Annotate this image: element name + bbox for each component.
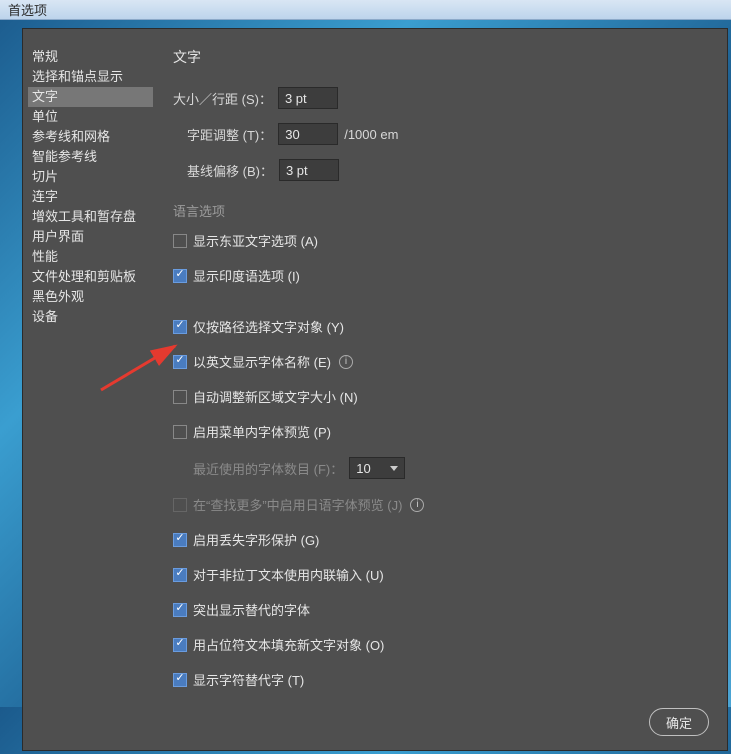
window-title: 首选项 xyxy=(8,0,47,19)
recent-fonts-label: 最近使用的字体数目 (F)： xyxy=(193,459,343,478)
sidebar-item-2[interactable]: 文字 xyxy=(28,87,153,107)
info-icon[interactable]: i xyxy=(410,498,424,512)
auto-size-area-label: 自动调整新区域文字大小 (N) xyxy=(193,387,358,406)
language-heading: 语言选项 xyxy=(173,201,717,220)
window-titlebar: 首选项 xyxy=(0,0,731,20)
sidebar-item-10[interactable]: 性能 xyxy=(28,247,153,267)
jp-preview-checkbox[interactable] xyxy=(173,498,187,512)
english-font-name-row[interactable]: 以英文显示字体名称 (E) i xyxy=(173,352,717,371)
type-by-path-label: 仅按路径选择文字对象 (Y) xyxy=(193,317,344,336)
baseline-label: 基线偏移 (B)： xyxy=(187,161,273,180)
size-leading-label: 大小／行距 (S)： xyxy=(173,89,272,108)
dialog-footer: 确定 xyxy=(23,694,727,750)
preferences-dialog: 常规选择和锚点显示文字单位参考线和网格智能参考线切片连字增效工具和暂存盘用户界面… xyxy=(22,28,728,751)
tracking-suffix: /1000 em xyxy=(344,127,398,142)
indic-checkbox[interactable] xyxy=(173,269,187,283)
sidebar-item-0[interactable]: 常规 xyxy=(28,47,153,67)
english-font-name-label: 以英文显示字体名称 (E) xyxy=(193,352,331,371)
type-by-path-row[interactable]: 仅按路径选择文字对象 (Y) xyxy=(173,317,717,336)
in-menu-preview-label: 启用菜单内字体预览 (P) xyxy=(193,422,331,441)
sidebar-item-11[interactable]: 文件处理和剪贴板 xyxy=(28,267,153,287)
inline-ime-checkbox[interactable] xyxy=(173,568,187,582)
indic-label: 显示印度语选项 (I) xyxy=(193,266,300,285)
recent-fonts-select[interactable]: 10 xyxy=(349,457,405,479)
sidebar-item-6[interactable]: 切片 xyxy=(28,167,153,187)
sidebar-item-7[interactable]: 连字 xyxy=(28,187,153,207)
jp-preview-row[interactable]: 在“查找更多”中启用日语字体预览 (J) i xyxy=(173,495,717,514)
placeholder-fill-row[interactable]: 用占位符文本填充新文字对象 (O) xyxy=(173,635,717,654)
sidebar-item-5[interactable]: 智能参考线 xyxy=(28,147,153,167)
sidebar-item-8[interactable]: 增效工具和暂存盘 xyxy=(28,207,153,227)
inline-ime-label: 对于非拉丁文本使用内联输入 (U) xyxy=(193,565,384,584)
show-alt-glyph-row[interactable]: 显示字符替代字 (T) xyxy=(173,670,717,689)
sidebar-item-13[interactable]: 设备 xyxy=(28,307,153,327)
placeholder-fill-checkbox[interactable] xyxy=(173,638,187,652)
jp-preview-label: 在“查找更多”中启用日语字体预览 (J) xyxy=(193,495,402,514)
in-menu-preview-row[interactable]: 启用菜单内字体预览 (P) xyxy=(173,422,717,441)
show-alt-glyph-checkbox[interactable] xyxy=(173,673,187,687)
auto-size-area-checkbox[interactable] xyxy=(173,390,187,404)
sidebar-item-4[interactable]: 参考线和网格 xyxy=(28,127,153,147)
alt-glyph-highlight-label: 突出显示替代的字体 xyxy=(193,600,310,619)
type-by-path-checkbox[interactable] xyxy=(173,320,187,334)
ok-button[interactable]: 确定 xyxy=(649,708,709,736)
size-leading-input[interactable] xyxy=(278,87,338,109)
info-icon[interactable]: i xyxy=(339,355,353,369)
east-asian-checkbox[interactable] xyxy=(173,234,187,248)
placeholder-fill-label: 用占位符文本填充新文字对象 (O) xyxy=(193,635,384,654)
alt-glyph-highlight-row[interactable]: 突出显示替代的字体 xyxy=(173,600,717,619)
sidebar-item-1[interactable]: 选择和锚点显示 xyxy=(28,67,153,87)
auto-size-area-row[interactable]: 自动调整新区域文字大小 (N) xyxy=(173,387,717,406)
show-alt-glyph-label: 显示字符替代字 (T) xyxy=(193,670,304,689)
east-asian-label: 显示东亚文字选项 (A) xyxy=(193,231,318,250)
alt-glyph-highlight-checkbox[interactable] xyxy=(173,603,187,617)
section-heading: 文字 xyxy=(173,47,717,67)
main-panel: 文字 大小／行距 (S)： 字距调整 (T)： /1000 em 基线偏移 (B… xyxy=(153,47,727,694)
sidebar-item-12[interactable]: 黑色外观 xyxy=(28,287,153,307)
glyph-protect-checkbox[interactable] xyxy=(173,533,187,547)
in-menu-preview-checkbox[interactable] xyxy=(173,425,187,439)
inline-ime-row[interactable]: 对于非拉丁文本使用内联输入 (U) xyxy=(173,565,717,584)
sidebar: 常规选择和锚点显示文字单位参考线和网格智能参考线切片连字增效工具和暂存盘用户界面… xyxy=(23,47,153,694)
baseline-input[interactable] xyxy=(279,159,339,181)
glyph-protect-label: 启用丢失字形保护 (G) xyxy=(193,530,319,549)
tracking-input[interactable] xyxy=(278,123,338,145)
english-font-name-checkbox[interactable] xyxy=(173,355,187,369)
sidebar-item-3[interactable]: 单位 xyxy=(28,107,153,127)
east-asian-row[interactable]: 显示东亚文字选项 (A) xyxy=(173,231,717,250)
recent-fonts-row: 最近使用的字体数目 (F)： 10 xyxy=(173,457,717,479)
tracking-label: 字距调整 (T)： xyxy=(187,125,272,144)
sidebar-item-9[interactable]: 用户界面 xyxy=(28,227,153,247)
glyph-protect-row[interactable]: 启用丢失字形保护 (G) xyxy=(173,530,717,549)
indic-row[interactable]: 显示印度语选项 (I) xyxy=(173,266,717,285)
